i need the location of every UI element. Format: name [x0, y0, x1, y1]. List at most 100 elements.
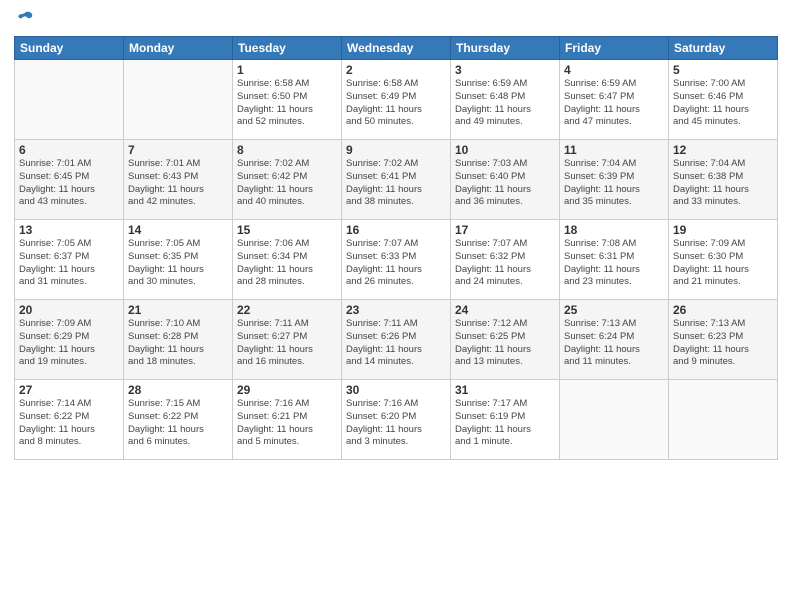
day-number: 2 — [346, 63, 446, 77]
calendar-cell: 18Sunrise: 7:08 AM Sunset: 6:31 PM Dayli… — [560, 220, 669, 300]
day-info: Sunrise: 7:07 AM Sunset: 6:32 PM Dayligh… — [455, 238, 555, 289]
calendar-header-thursday: Thursday — [451, 37, 560, 60]
day-number: 4 — [564, 63, 664, 77]
calendar-cell: 7Sunrise: 7:01 AM Sunset: 6:43 PM Daylig… — [124, 140, 233, 220]
calendar-cell — [124, 60, 233, 140]
day-info: Sunrise: 6:59 AM Sunset: 6:48 PM Dayligh… — [455, 78, 555, 129]
day-info: Sunrise: 7:07 AM Sunset: 6:33 PM Dayligh… — [346, 238, 446, 289]
day-info: Sunrise: 7:01 AM Sunset: 6:45 PM Dayligh… — [19, 158, 119, 209]
day-info: Sunrise: 7:00 AM Sunset: 6:46 PM Dayligh… — [673, 78, 773, 129]
calendar-cell: 16Sunrise: 7:07 AM Sunset: 6:33 PM Dayli… — [342, 220, 451, 300]
day-info: Sunrise: 7:11 AM Sunset: 6:26 PM Dayligh… — [346, 318, 446, 369]
day-info: Sunrise: 7:08 AM Sunset: 6:31 PM Dayligh… — [564, 238, 664, 289]
day-number: 21 — [128, 303, 228, 317]
logo-text — [14, 10, 34, 28]
day-info: Sunrise: 7:12 AM Sunset: 6:25 PM Dayligh… — [455, 318, 555, 369]
day-number: 17 — [455, 223, 555, 237]
calendar-header-saturday: Saturday — [669, 37, 778, 60]
day-number: 15 — [237, 223, 337, 237]
day-number: 16 — [346, 223, 446, 237]
calendar-cell — [560, 380, 669, 460]
day-number: 19 — [673, 223, 773, 237]
calendar-week-1: 1Sunrise: 6:58 AM Sunset: 6:50 PM Daylig… — [15, 60, 778, 140]
day-info: Sunrise: 6:58 AM Sunset: 6:49 PM Dayligh… — [346, 78, 446, 129]
calendar-cell: 3Sunrise: 6:59 AM Sunset: 6:48 PM Daylig… — [451, 60, 560, 140]
calendar-cell: 19Sunrise: 7:09 AM Sunset: 6:30 PM Dayli… — [669, 220, 778, 300]
day-number: 8 — [237, 143, 337, 157]
day-number: 31 — [455, 383, 555, 397]
calendar-header-sunday: Sunday — [15, 37, 124, 60]
calendar-cell: 30Sunrise: 7:16 AM Sunset: 6:20 PM Dayli… — [342, 380, 451, 460]
day-number: 24 — [455, 303, 555, 317]
day-number: 11 — [564, 143, 664, 157]
header — [14, 10, 778, 28]
calendar-cell: 6Sunrise: 7:01 AM Sunset: 6:45 PM Daylig… — [15, 140, 124, 220]
day-number: 26 — [673, 303, 773, 317]
day-number: 30 — [346, 383, 446, 397]
logo-bird-icon — [16, 10, 34, 28]
calendar-cell: 17Sunrise: 7:07 AM Sunset: 6:32 PM Dayli… — [451, 220, 560, 300]
day-number: 13 — [19, 223, 119, 237]
day-number: 14 — [128, 223, 228, 237]
calendar-cell: 31Sunrise: 7:17 AM Sunset: 6:19 PM Dayli… — [451, 380, 560, 460]
day-info: Sunrise: 7:01 AM Sunset: 6:43 PM Dayligh… — [128, 158, 228, 209]
day-info: Sunrise: 7:15 AM Sunset: 6:22 PM Dayligh… — [128, 398, 228, 449]
calendar-header-wednesday: Wednesday — [342, 37, 451, 60]
calendar-cell: 22Sunrise: 7:11 AM Sunset: 6:27 PM Dayli… — [233, 300, 342, 380]
day-number: 25 — [564, 303, 664, 317]
calendar-cell: 20Sunrise: 7:09 AM Sunset: 6:29 PM Dayli… — [15, 300, 124, 380]
day-info: Sunrise: 7:10 AM Sunset: 6:28 PM Dayligh… — [128, 318, 228, 369]
day-info: Sunrise: 7:09 AM Sunset: 6:29 PM Dayligh… — [19, 318, 119, 369]
day-info: Sunrise: 7:09 AM Sunset: 6:30 PM Dayligh… — [673, 238, 773, 289]
day-info: Sunrise: 7:13 AM Sunset: 6:24 PM Dayligh… — [564, 318, 664, 369]
calendar-cell: 13Sunrise: 7:05 AM Sunset: 6:37 PM Dayli… — [15, 220, 124, 300]
day-info: Sunrise: 7:16 AM Sunset: 6:20 PM Dayligh… — [346, 398, 446, 449]
calendar-cell: 27Sunrise: 7:14 AM Sunset: 6:22 PM Dayli… — [15, 380, 124, 460]
calendar-cell — [15, 60, 124, 140]
day-number: 18 — [564, 223, 664, 237]
day-info: Sunrise: 7:14 AM Sunset: 6:22 PM Dayligh… — [19, 398, 119, 449]
day-info: Sunrise: 7:04 AM Sunset: 6:38 PM Dayligh… — [673, 158, 773, 209]
calendar-cell: 8Sunrise: 7:02 AM Sunset: 6:42 PM Daylig… — [233, 140, 342, 220]
calendar-week-2: 6Sunrise: 7:01 AM Sunset: 6:45 PM Daylig… — [15, 140, 778, 220]
day-info: Sunrise: 6:58 AM Sunset: 6:50 PM Dayligh… — [237, 78, 337, 129]
day-number: 1 — [237, 63, 337, 77]
calendar-cell: 14Sunrise: 7:05 AM Sunset: 6:35 PM Dayli… — [124, 220, 233, 300]
day-number: 9 — [346, 143, 446, 157]
day-info: Sunrise: 7:17 AM Sunset: 6:19 PM Dayligh… — [455, 398, 555, 449]
calendar-cell: 24Sunrise: 7:12 AM Sunset: 6:25 PM Dayli… — [451, 300, 560, 380]
calendar-cell: 2Sunrise: 6:58 AM Sunset: 6:49 PM Daylig… — [342, 60, 451, 140]
calendar-cell: 25Sunrise: 7:13 AM Sunset: 6:24 PM Dayli… — [560, 300, 669, 380]
calendar-header-monday: Monday — [124, 37, 233, 60]
day-info: Sunrise: 7:06 AM Sunset: 6:34 PM Dayligh… — [237, 238, 337, 289]
day-info: Sunrise: 7:03 AM Sunset: 6:40 PM Dayligh… — [455, 158, 555, 209]
calendar-header-friday: Friday — [560, 37, 669, 60]
calendar-cell: 15Sunrise: 7:06 AM Sunset: 6:34 PM Dayli… — [233, 220, 342, 300]
calendar-cell: 11Sunrise: 7:04 AM Sunset: 6:39 PM Dayli… — [560, 140, 669, 220]
day-info: Sunrise: 7:05 AM Sunset: 6:37 PM Dayligh… — [19, 238, 119, 289]
calendar-week-4: 20Sunrise: 7:09 AM Sunset: 6:29 PM Dayli… — [15, 300, 778, 380]
day-number: 28 — [128, 383, 228, 397]
day-number: 7 — [128, 143, 228, 157]
day-number: 6 — [19, 143, 119, 157]
day-number: 5 — [673, 63, 773, 77]
day-number: 22 — [237, 303, 337, 317]
day-number: 27 — [19, 383, 119, 397]
calendar-cell: 5Sunrise: 7:00 AM Sunset: 6:46 PM Daylig… — [669, 60, 778, 140]
calendar-cell: 10Sunrise: 7:03 AM Sunset: 6:40 PM Dayli… — [451, 140, 560, 220]
calendar-cell: 4Sunrise: 6:59 AM Sunset: 6:47 PM Daylig… — [560, 60, 669, 140]
logo — [14, 10, 34, 28]
calendar-cell: 26Sunrise: 7:13 AM Sunset: 6:23 PM Dayli… — [669, 300, 778, 380]
day-number: 3 — [455, 63, 555, 77]
calendar-header-tuesday: Tuesday — [233, 37, 342, 60]
day-info: Sunrise: 7:16 AM Sunset: 6:21 PM Dayligh… — [237, 398, 337, 449]
day-number: 20 — [19, 303, 119, 317]
day-info: Sunrise: 7:04 AM Sunset: 6:39 PM Dayligh… — [564, 158, 664, 209]
calendar-week-5: 27Sunrise: 7:14 AM Sunset: 6:22 PM Dayli… — [15, 380, 778, 460]
day-number: 29 — [237, 383, 337, 397]
day-info: Sunrise: 6:59 AM Sunset: 6:47 PM Dayligh… — [564, 78, 664, 129]
calendar-week-3: 13Sunrise: 7:05 AM Sunset: 6:37 PM Dayli… — [15, 220, 778, 300]
day-number: 10 — [455, 143, 555, 157]
calendar-cell: 29Sunrise: 7:16 AM Sunset: 6:21 PM Dayli… — [233, 380, 342, 460]
page: SundayMondayTuesdayWednesdayThursdayFrid… — [0, 0, 792, 612]
